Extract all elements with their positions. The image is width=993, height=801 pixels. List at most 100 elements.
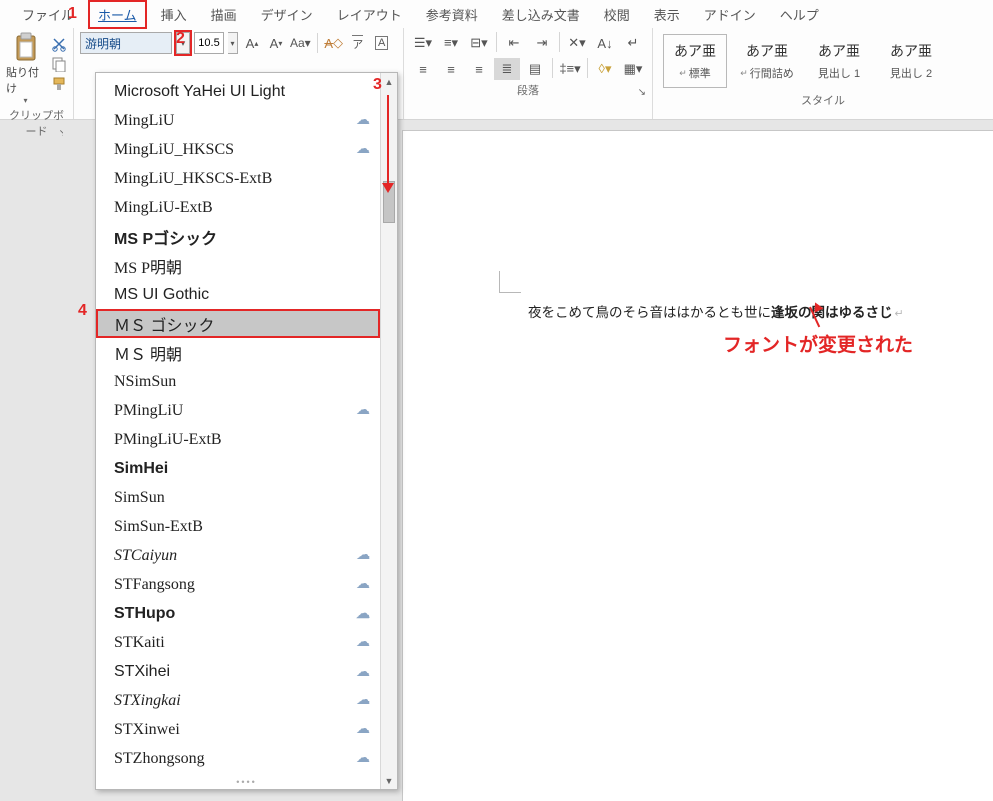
- font-option[interactable]: PMingLiU☁: [96, 396, 380, 425]
- sort-button[interactable]: A↓: [592, 32, 618, 54]
- ribbon-group-clipboard: 貼り付け ▾ クリップボード ↘: [0, 28, 74, 119]
- resize-grip-icon[interactable]: ••••: [236, 777, 257, 787]
- font-option[interactable]: MS P明朝: [96, 251, 380, 280]
- menu-item-9[interactable]: 表示: [642, 2, 692, 27]
- menu-item-8[interactable]: 校閲: [592, 2, 642, 27]
- phonetic-guide-button[interactable]: ア: [348, 32, 368, 54]
- callout-2: 2: [176, 30, 185, 48]
- menu-item-5[interactable]: レイアウト: [325, 2, 414, 27]
- line-spacing-button[interactable]: ‡≡▾: [557, 58, 583, 80]
- font-option[interactable]: PMingLiU-ExtB: [96, 425, 380, 454]
- indent-increase-button[interactable]: ⇥: [529, 32, 555, 54]
- font-dropdown: Microsoft YaHei UI LightMingLiU☁MingLiU_…: [95, 72, 398, 790]
- style-sample: あア亜: [674, 41, 716, 61]
- font-size-dropdown-button[interactable]: ▾: [228, 32, 238, 54]
- font-option[interactable]: STXingkai☁: [96, 686, 380, 715]
- style-label: ↵行間詰め: [740, 65, 794, 81]
- font-option-label: MS UI Gothic: [114, 286, 209, 304]
- font-option[interactable]: STHupo☁: [96, 599, 380, 628]
- text-direction-button[interactable]: ✕▾: [564, 32, 590, 54]
- menu-item-10[interactable]: アドイン: [692, 2, 768, 27]
- menu-item-3[interactable]: 描画: [199, 2, 249, 27]
- font-option[interactable]: MS Pゴシック: [96, 222, 380, 251]
- font-option-label: PMingLiU: [114, 402, 183, 420]
- font-name-input[interactable]: 游明朝: [80, 32, 172, 54]
- scroll-down-button[interactable]: ▼: [381, 772, 397, 789]
- menu-item-7[interactable]: 差し込み文書: [490, 2, 592, 27]
- font-option[interactable]: SimSun-ExtB: [96, 512, 380, 541]
- borders-button[interactable]: ▦▾: [620, 58, 646, 80]
- distribute-button[interactable]: ▤: [522, 58, 548, 80]
- cut-icon[interactable]: [51, 36, 67, 52]
- shading-button[interactable]: ◊▾: [592, 58, 618, 80]
- font-option-label: STXinwei: [114, 721, 180, 739]
- font-option-label: MingLiU_HKSCS-ExtB: [114, 170, 272, 188]
- menu-item-2[interactable]: 挿入: [149, 2, 199, 27]
- copy-icon[interactable]: [51, 56, 67, 72]
- cloud-icon: ☁: [356, 750, 370, 767]
- font-option[interactable]: STFangsong☁: [96, 570, 380, 599]
- font-option[interactable]: Microsoft YaHei UI Light: [96, 77, 380, 106]
- style-tile-1[interactable]: あア亜↵行間詰め: [735, 34, 799, 88]
- font-option[interactable]: STCaiyun☁: [96, 541, 380, 570]
- font-name-value: 游明朝: [85, 35, 121, 52]
- font-option[interactable]: STZhongsong☁: [96, 744, 380, 773]
- font-option[interactable]: STKaiti☁: [96, 628, 380, 657]
- change-case-button[interactable]: Aa▾: [290, 32, 311, 54]
- document-text[interactable]: 夜をこめて鳥のそら音ははかるとも世に逢坂の関はゆるさじ↵: [528, 301, 904, 321]
- numbering-button[interactable]: ≡▾: [438, 32, 464, 54]
- cloud-icon: ☁: [356, 721, 370, 738]
- font-option-label: STFangsong: [114, 576, 195, 594]
- indent-decrease-button[interactable]: ⇤: [501, 32, 527, 54]
- font-size-input[interactable]: 10.5: [194, 32, 224, 54]
- align-left-button[interactable]: ≡: [410, 58, 436, 80]
- font-option-label: SimHei: [114, 460, 168, 478]
- menu-item-4[interactable]: デザイン: [249, 2, 325, 27]
- font-option[interactable]: STXihei☁: [96, 657, 380, 686]
- font-option[interactable]: MingLiU_HKSCS-ExtB: [96, 164, 380, 193]
- bullets-button[interactable]: ☰▾: [410, 32, 436, 54]
- font-option[interactable]: MingLiU_HKSCS☁: [96, 135, 380, 164]
- clipboard-icon: [13, 32, 39, 62]
- char-border-button[interactable]: A: [372, 32, 392, 54]
- font-option[interactable]: STXinwei ☁: [96, 715, 380, 744]
- font-option-label: Microsoft YaHei UI Light: [114, 83, 285, 101]
- style-tile-2[interactable]: あア亜見出し 1: [807, 34, 871, 88]
- font-option[interactable]: SimSun: [96, 483, 380, 512]
- style-label: 見出し 2: [890, 65, 932, 81]
- format-painter-icon[interactable]: [51, 76, 67, 92]
- menu-item-6[interactable]: 参考資料: [414, 2, 490, 27]
- callout-1: 1: [68, 5, 77, 23]
- menu-item-1[interactable]: ホーム: [86, 2, 149, 27]
- font-option[interactable]: ＭＳ ゴシック: [96, 309, 380, 338]
- multilevel-button[interactable]: ⊟▾: [466, 32, 492, 54]
- clear-format-button[interactable]: A◇: [324, 32, 344, 54]
- font-option[interactable]: NSimSun: [96, 367, 380, 396]
- align-right-button[interactable]: ≡: [466, 58, 492, 80]
- font-option-label: MS Pゴシック: [114, 225, 217, 249]
- clipboard-caption: クリップボード: [9, 110, 64, 138]
- cloud-icon: ☁: [356, 663, 370, 680]
- paste-button[interactable]: 貼り付け ▾: [6, 32, 45, 105]
- font-option[interactable]: MingLiU-ExtB: [96, 193, 380, 222]
- scroll-up-button[interactable]: ▲: [381, 73, 397, 90]
- grow-font-button[interactable]: A▴: [242, 32, 262, 54]
- font-option[interactable]: MS UI Gothic: [96, 280, 380, 309]
- align-center-button[interactable]: ≡: [438, 58, 464, 80]
- style-tile-3[interactable]: あア亜見出し 2: [879, 34, 943, 88]
- font-option[interactable]: ＭＳ 明朝: [96, 338, 380, 367]
- style-label: ↵標準: [679, 65, 711, 81]
- shrink-font-button[interactable]: A▾: [266, 32, 286, 54]
- paragraph-caption: 段落: [517, 85, 539, 97]
- font-option[interactable]: SimHei: [96, 454, 380, 483]
- dialog-launcher-icon[interactable]: ↘: [638, 87, 646, 98]
- style-tile-0[interactable]: あア亜 ↵標準: [663, 34, 727, 88]
- callout-3: 3: [373, 76, 382, 94]
- show-marks-button[interactable]: ↵: [620, 32, 646, 54]
- menu-item-11[interactable]: ヘルプ: [768, 2, 831, 27]
- menu-bar: ファイルホーム挿入描画デザインレイアウト参考資料差し込み文書校閲表示アドインヘル…: [0, 0, 993, 28]
- align-justify-button[interactable]: ≣: [494, 58, 520, 80]
- callout-3-arrow: [387, 95, 389, 185]
- font-option[interactable]: MingLiU☁: [96, 106, 380, 135]
- ribbon-group-paragraph: ☰▾ ≡▾ ⊟▾ ⇤ ⇥ ✕▾ A↓ ↵ ≡ ≡ ≡ ≣ ▤ ‡≡▾ ◊▾: [404, 28, 653, 119]
